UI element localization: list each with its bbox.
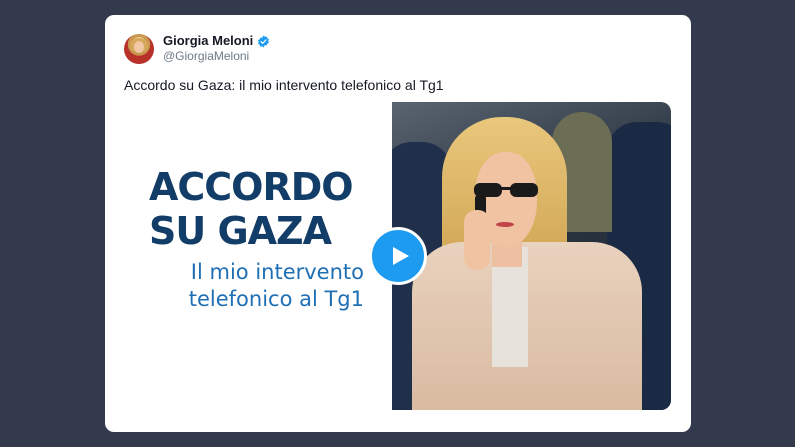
author-handle[interactable]: @GiorgiaMeloni (163, 49, 270, 64)
tweet-card: Giorgia Meloni @GiorgiaMeloni Accordo su… (105, 15, 691, 432)
tweet-header: Giorgia Meloni @GiorgiaMeloni (124, 33, 270, 64)
author-name-row: Giorgia Meloni (163, 33, 270, 49)
subline-line-1: Il mio intervento (190, 260, 364, 284)
play-button[interactable] (369, 227, 427, 285)
subject-hand (464, 210, 490, 270)
verified-badge-icon (258, 35, 270, 48)
video-thumbnail[interactable]: ACCORDO SU GAZA Il mio intervento telefo… (124, 102, 671, 410)
avatar-face (134, 40, 144, 53)
subline-line-2: telefonico al Tg1 (188, 287, 364, 311)
author-info: Giorgia Meloni @GiorgiaMeloni (163, 33, 270, 64)
thumbnail-headline: ACCORDO SU GAZA (149, 165, 354, 253)
thumbnail-subline: Il mio intervento telefonico al Tg1 (144, 259, 364, 313)
headline-line-1: ACCORDO (149, 165, 354, 209)
subject-lips (496, 222, 514, 227)
avatar[interactable] (124, 33, 154, 64)
thumbnail-text-panel: ACCORDO SU GAZA Il mio intervento telefo… (124, 102, 392, 410)
tweet-text: Accordo su Gaza: il mio intervento telef… (124, 77, 444, 93)
author-name[interactable]: Giorgia Meloni (163, 33, 253, 49)
headline-line-2: SU GAZA (149, 209, 332, 253)
play-icon (393, 247, 409, 265)
thumbnail-photo (392, 102, 671, 410)
